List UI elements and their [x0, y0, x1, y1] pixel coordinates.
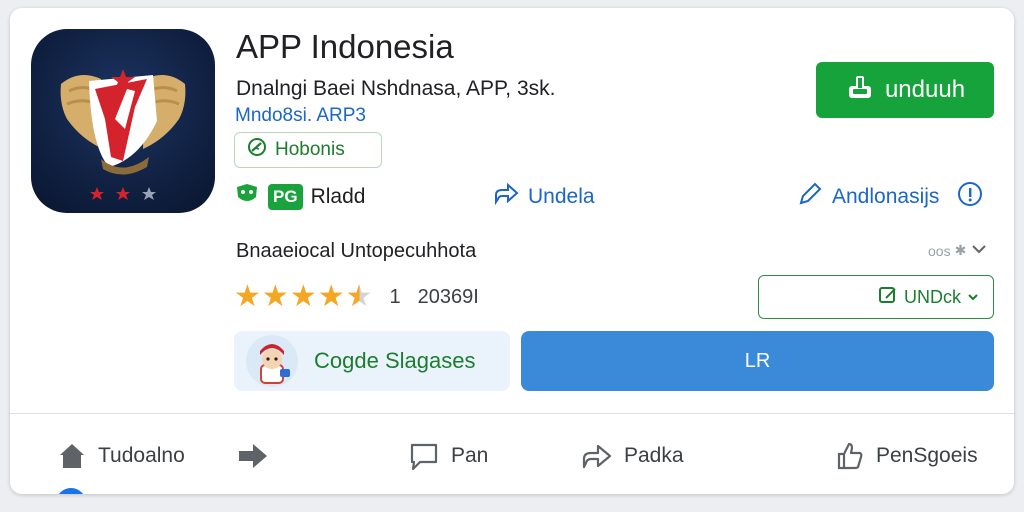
primary-action-button[interactable]: LR	[521, 331, 994, 391]
app-subtitle: Dnalngi Baei Nshdnasa, APP, 3sk.	[236, 77, 556, 100]
category-chip[interactable]: Hobonis	[234, 132, 382, 168]
developer-link[interactable]: Mndo8si. ARP3	[235, 105, 366, 127]
star-half-icon: ★	[345, 280, 373, 313]
star-icon: ★	[289, 280, 317, 313]
share-arrow-icon	[492, 180, 520, 214]
share-link[interactable]: Undela	[492, 180, 595, 214]
rating-count: 20369I	[417, 285, 479, 308]
nav-item-home[interactable]: Tudoalno	[56, 438, 185, 474]
floating-action-dot[interactable]	[56, 488, 86, 494]
nav-label-chat: Pan	[451, 444, 489, 467]
app-detail-card: APP Indonesia Dnalngi Baei Nshdnasa, APP…	[10, 8, 1014, 494]
thumbs-up-icon	[834, 440, 866, 472]
mascot-avatar	[246, 335, 298, 387]
install-button-label: unduuh	[884, 76, 966, 103]
info-button[interactable]	[956, 180, 984, 214]
install-button[interactable]: unduuh	[816, 62, 994, 118]
bottom-divider	[10, 413, 1014, 414]
promo-label: Cogde Slagases	[314, 348, 476, 373]
section-more-label: oos	[928, 242, 951, 259]
section-more[interactable]: oos ✱	[928, 240, 988, 261]
rating-value: 1	[389, 285, 401, 308]
pencil-icon	[796, 180, 824, 214]
star-icon: ★	[234, 280, 261, 313]
mask-icon	[234, 181, 260, 213]
share-icon	[580, 440, 614, 472]
nav-label-home: Tudoalno	[98, 444, 185, 467]
caret-down-icon	[967, 287, 979, 308]
app-title: APP Indonesia	[236, 28, 454, 65]
section-title: Bnaaeiocal Untopecuhhota	[236, 240, 477, 262]
star-icon: ★	[261, 280, 289, 313]
nav-item-share[interactable]: Padka	[580, 438, 684, 474]
version-dropdown[interactable]: UNDck	[758, 275, 994, 319]
app-logo-icon	[31, 29, 215, 213]
edit-box-icon	[878, 285, 898, 310]
leaf-icon	[247, 137, 267, 163]
rating-badge-suffix: Rladd	[310, 185, 366, 208]
dropdown-label: UNDck	[904, 286, 961, 307]
nav-label-like: PenSgoeis	[876, 444, 978, 467]
info-icon	[956, 180, 984, 214]
chevron-down-icon	[970, 240, 988, 261]
promo-card[interactable]: Cogde Slagases	[234, 331, 510, 391]
nav-item-like[interactable]: PenSgoeis	[834, 438, 978, 474]
android-link[interactable]: Andlonasijs	[796, 180, 939, 214]
nav-item-forward[interactable]	[236, 438, 270, 474]
star-icon: ★	[317, 280, 345, 313]
chat-bubble-icon	[407, 440, 441, 472]
rating-badge: PG	[268, 184, 303, 210]
arrow-right-icon	[236, 440, 270, 472]
share-label: Undela	[528, 185, 595, 208]
category-chip-label: Hobonis	[275, 139, 345, 160]
star-small-icon: ✱	[954, 242, 967, 258]
home-icon	[56, 440, 88, 472]
android-label: Andlonasijs	[832, 185, 940, 208]
star-rating: ★ ★ ★ ★ ★ 1 20369I	[234, 282, 479, 312]
nav-item-chat[interactable]: Pan	[407, 438, 488, 474]
primary-action-label: LR	[744, 349, 771, 372]
download-icon	[845, 72, 875, 109]
content-rating: PG Rladd	[234, 180, 365, 214]
nav-label-share: Padka	[624, 444, 684, 467]
